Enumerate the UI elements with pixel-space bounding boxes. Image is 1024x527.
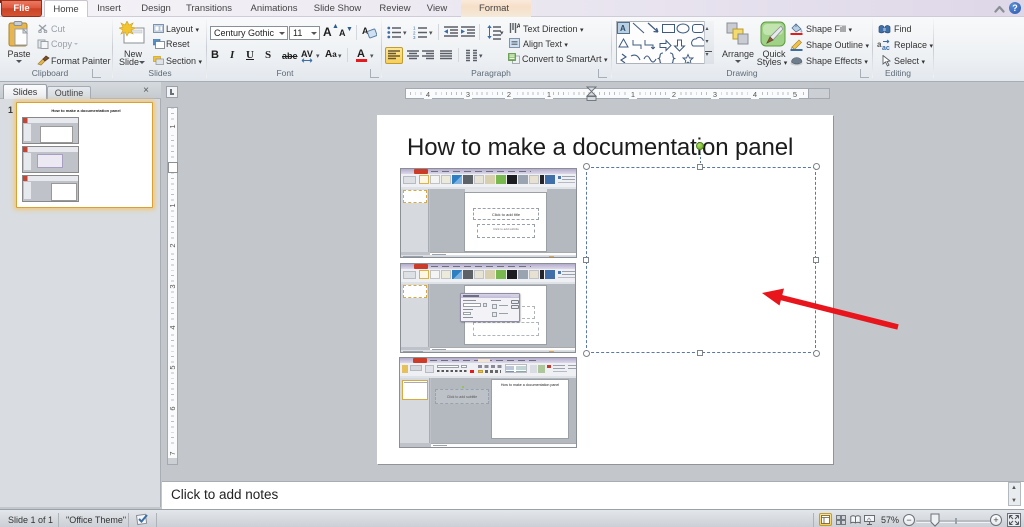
svg-text:A: A — [620, 24, 626, 33]
svg-text:3: 3 — [413, 35, 416, 39]
svg-text:ac: ac — [882, 45, 890, 51]
svg-text:A: A — [517, 24, 521, 30]
